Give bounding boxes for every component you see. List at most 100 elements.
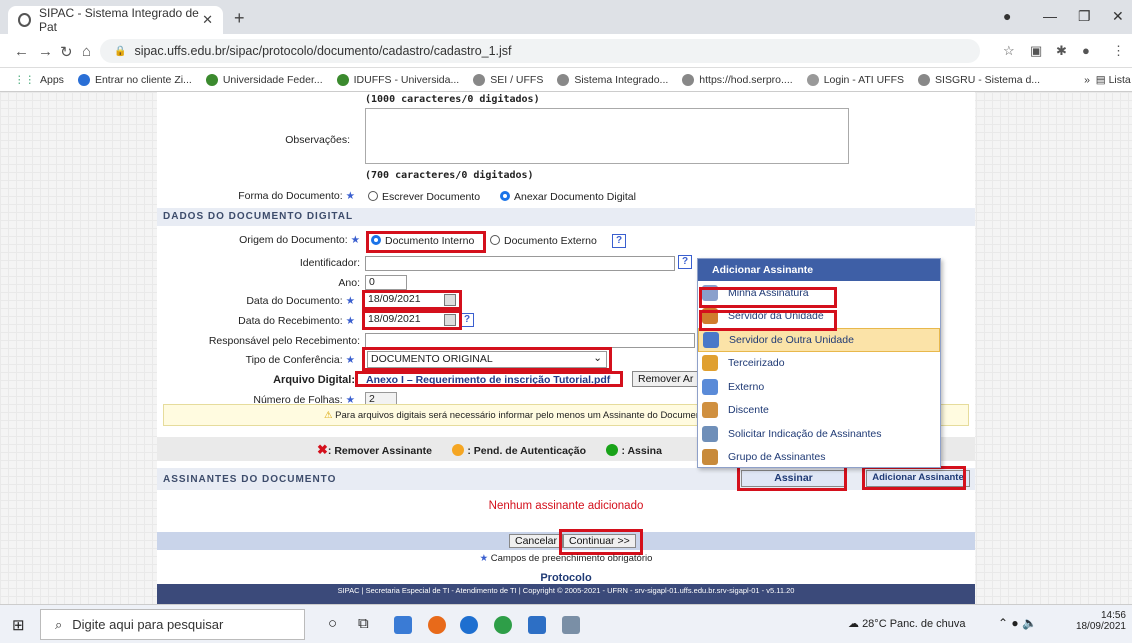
bookmark-star-icon[interactable]: ☆ xyxy=(1003,43,1015,59)
section-assinantes: Assinantes do Documento xyxy=(157,468,975,490)
origem-option-externo[interactable]: Documento Externo xyxy=(490,235,597,247)
browser-tab[interactable]: SIPAC - Sistema Integrado de Pat ✕ xyxy=(8,6,223,34)
menu-item-terceirizado[interactable]: Terceirizado xyxy=(698,352,940,376)
footer-text: SIPAC | Secretaria Especial de TI - Aten… xyxy=(157,584,975,597)
menu-item-grupo[interactable]: Grupo de Assinantes xyxy=(698,446,940,470)
bookmark-item[interactable]: SISGRU - Sistema d... xyxy=(918,73,1040,86)
highlight-box xyxy=(366,231,486,253)
ano-input[interactable]: 0 xyxy=(365,275,407,290)
file-explorer-icon[interactable] xyxy=(394,616,412,634)
back-icon[interactable]: ← xyxy=(14,43,29,60)
bookmark-item[interactable]: Universidade Feder... xyxy=(205,73,323,86)
tab-close-icon[interactable]: ✕ xyxy=(202,12,213,28)
apps-grid-icon: ⋮⋮ xyxy=(14,73,35,86)
tipo-conferencia-label: Tipo de Conferência: ★ xyxy=(245,354,355,366)
bookmark-item[interactable]: Login - ATI UFFS xyxy=(806,73,904,86)
menu-icon[interactable]: ⋮ xyxy=(1112,43,1125,59)
highlight-box xyxy=(362,290,462,310)
list-icon xyxy=(702,425,718,442)
extension-icon[interactable]: ▣ xyxy=(1030,43,1042,59)
highlight-box xyxy=(862,466,966,490)
notepad-icon[interactable] xyxy=(528,616,546,634)
menu-title: Adicionar Assinante xyxy=(698,259,940,281)
app-icon[interactable] xyxy=(562,616,580,634)
responsavel-input[interactable] xyxy=(365,333,695,348)
radio-icon xyxy=(368,191,378,201)
minimize-icon[interactable]: — xyxy=(1043,8,1057,24)
radio-icon xyxy=(490,235,500,245)
observacoes-label: Observações: xyxy=(285,134,350,146)
protocolo-link[interactable]: Protocolo xyxy=(157,572,975,584)
taskbar-search[interactable]: ⌕ Digite aqui para pesquisar xyxy=(40,609,305,640)
search-icon: ⌕ xyxy=(55,616,63,632)
cortana-icon[interactable]: ○ xyxy=(328,615,337,632)
url-bar[interactable]: 🔒 sipac.uffs.edu.br/sipac/protocolo/docu… xyxy=(100,39,980,63)
tray-icons[interactable]: ⌃ ● 🔈 xyxy=(998,616,1037,630)
identificador-label: Identificador: xyxy=(299,257,360,269)
site-favicon-icon xyxy=(18,13,31,27)
menu-item-discente[interactable]: Discente xyxy=(698,399,940,423)
highlight-box xyxy=(362,347,612,371)
bookmark-item[interactable]: Sistema Integrado... xyxy=(557,73,668,86)
window-close-icon[interactable]: ✕ xyxy=(1112,8,1124,25)
forma-option-escrever[interactable]: Escrever Documento xyxy=(368,191,480,203)
help-icon[interactable]: ? xyxy=(460,313,474,327)
highlight-box xyxy=(355,371,623,387)
radio-icon xyxy=(500,191,510,201)
warning-icon: ⚠ xyxy=(324,410,333,421)
menu-item-solicitar-indicacao[interactable]: Solicitar Indicação de Assinantes xyxy=(698,422,940,446)
bookmark-item[interactable]: IDUFFS - Universida... xyxy=(336,73,459,86)
task-view-icon[interactable]: ⧉ xyxy=(358,615,369,632)
remover-arquivo-button[interactable]: Remover Ar xyxy=(632,371,700,387)
observacoes-textarea[interactable] xyxy=(365,108,849,164)
highlight-box xyxy=(559,529,643,555)
forma-option-anexar[interactable]: Anexar Documento Digital xyxy=(500,191,636,203)
bookmark-apps[interactable]: ⋮⋮ Apps xyxy=(14,74,64,86)
identificador-input[interactable] xyxy=(365,256,675,271)
weather-widget[interactable]: ☁ 28°C Panc. de chuva xyxy=(848,617,966,630)
reading-list[interactable]: » ▤ Lista de leitura xyxy=(1084,74,1132,86)
globe-icon xyxy=(682,73,695,86)
forma-label: Forma do Documento: ★ xyxy=(238,190,355,202)
menu-item-servidor-outra-unidade[interactable]: Servidor de Outra Unidade xyxy=(698,328,940,352)
chrome-icon[interactable] xyxy=(494,616,512,634)
lock-icon: 🔒 xyxy=(114,45,127,57)
highlight-box xyxy=(362,310,462,330)
char-count: (700 caracteres/0 digitados) xyxy=(365,170,534,181)
help-icon[interactable]: ? xyxy=(612,234,626,248)
group-icon xyxy=(702,449,718,466)
new-tab-icon[interactable]: + xyxy=(234,8,245,29)
ano-label: Ano: xyxy=(338,277,360,289)
arquivo-label: Arquivo Digital: xyxy=(273,374,355,386)
footer-bar xyxy=(157,597,975,604)
bookmark-item[interactable]: Entrar no cliente Zi... xyxy=(77,73,192,86)
bookmark-item[interactable]: https://hod.serpro.... xyxy=(682,73,793,86)
user-group-icon xyxy=(703,331,719,348)
reload-icon[interactable]: ↻ xyxy=(60,43,73,61)
cancel-button[interactable]: Cancelar xyxy=(509,534,564,548)
clock[interactable]: 14:56 18/09/2021 xyxy=(1072,610,1126,632)
data-recebimento-label: Data do Recebimento: ★ xyxy=(238,315,355,327)
edge-icon[interactable] xyxy=(460,616,478,634)
bookmark-icon xyxy=(205,73,218,86)
pending-dot-icon xyxy=(452,444,465,456)
forward-icon[interactable]: → xyxy=(38,43,53,60)
signed-dot-icon xyxy=(606,444,619,456)
profile-icon[interactable]: ● xyxy=(1003,8,1011,24)
bookmark-item[interactable]: SEI / UFFS xyxy=(473,73,543,86)
globe-icon xyxy=(473,73,486,86)
help-icon[interactable]: ? xyxy=(678,255,692,269)
empty-assinantes-message: Nenhum assinante adicionado xyxy=(488,500,644,512)
browser-tab-strip: SIPAC - Sistema Integrado de Pat ✕ + ● —… xyxy=(0,0,1132,34)
responsavel-label: Responsável pelo Recebimento: xyxy=(208,335,360,347)
windows-taskbar: ⊞ ⌕ Digite aqui para pesquisar ○ ⧉ ☁ 28°… xyxy=(0,604,1132,643)
account-icon[interactable]: ● xyxy=(1082,43,1090,58)
maximize-icon[interactable]: ❐ xyxy=(1078,8,1091,25)
puzzle-icon[interactable]: ✱ xyxy=(1056,43,1067,59)
menu-item-externo[interactable]: Externo xyxy=(698,375,940,399)
firefox-icon[interactable] xyxy=(428,616,446,634)
home-icon[interactable]: ⌂ xyxy=(82,43,91,60)
highlight-box xyxy=(699,287,837,308)
windows-start-icon[interactable]: ⊞ xyxy=(12,616,25,634)
bookmarks-bar: ⋮⋮ Apps Entrar no cliente Zi... Universid… xyxy=(0,68,1132,92)
